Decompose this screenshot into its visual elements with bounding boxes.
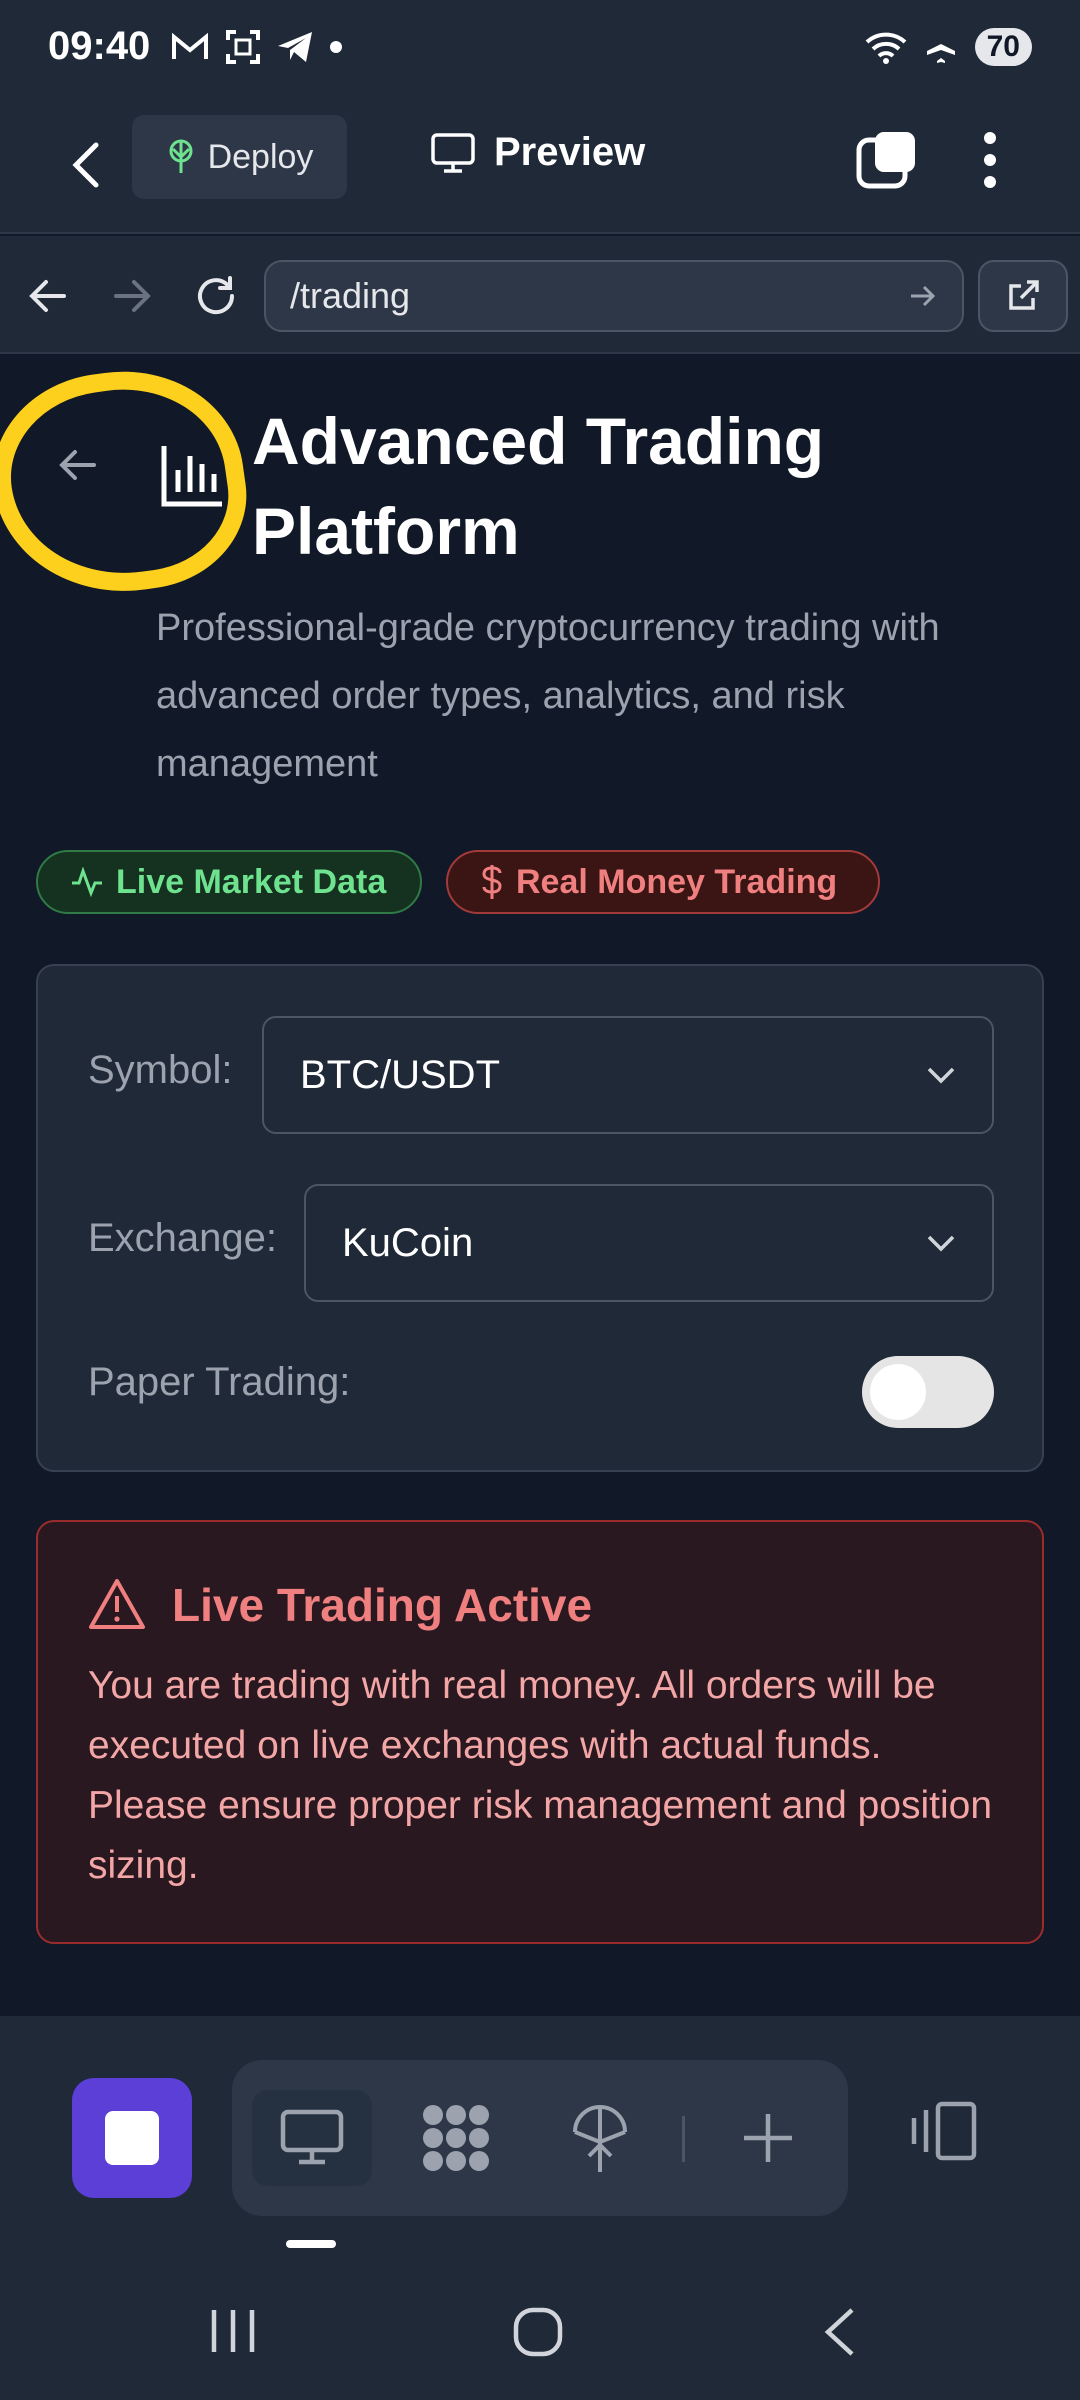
add-tool-button[interactable] xyxy=(708,2090,828,2186)
symbol-value: BTC/USDT xyxy=(300,1052,500,1097)
deploy-tool-button[interactable] xyxy=(540,2090,660,2186)
more-options-button[interactable] xyxy=(975,128,1005,197)
battery-indicator: 70 xyxy=(974,28,1032,66)
active-indicator xyxy=(286,2240,336,2248)
deploy-icon xyxy=(169,139,193,173)
tabs-button[interactable] xyxy=(855,128,919,197)
open-external-button[interactable] xyxy=(978,260,1068,332)
cluster-icon xyxy=(423,2105,489,2171)
deploy-button[interactable]: Deploy xyxy=(132,115,347,199)
live-trading-alert: Live Trading Active You are trading with… xyxy=(36,1520,1044,1944)
preview-tab[interactable]: Preview xyxy=(430,130,645,175)
more-vertical-icon xyxy=(984,132,996,188)
arrow-left-icon xyxy=(29,280,66,312)
arrow-right-icon xyxy=(114,280,151,312)
status-time: 09:40 xyxy=(48,24,151,68)
real-money-badge: Real Money Trading xyxy=(446,850,880,914)
reload-icon xyxy=(198,276,235,315)
live-market-data-badge: Live Market Data xyxy=(36,850,422,914)
exchange-label: Exchange: xyxy=(88,1216,278,1260)
plus-icon xyxy=(744,2114,792,2162)
bottom-toolbar xyxy=(0,2016,1080,2400)
recent-apps-icon[interactable] xyxy=(208,2306,258,2356)
sidebar-panels-icon xyxy=(911,2101,977,2161)
bar-chart-icon xyxy=(158,442,226,515)
stop-icon xyxy=(105,2111,159,2165)
browser-bar: /trading xyxy=(0,236,1080,354)
paper-trading-toggle[interactable] xyxy=(862,1356,994,1428)
telegram-icon xyxy=(278,32,312,62)
monitor-icon xyxy=(280,2109,344,2165)
deploy-label: Deploy xyxy=(207,137,314,176)
page-title: Advanced Trading Platform xyxy=(252,404,825,568)
money-badge-label: Real Money Trading xyxy=(516,862,838,901)
exchange-value: KuCoin xyxy=(342,1220,474,1265)
chevron-down-icon xyxy=(927,1067,955,1084)
trading-settings-card: Symbol: BTC/USDT Exchange: KuCoin Paper … xyxy=(36,964,1044,1472)
home-icon[interactable] xyxy=(512,2306,564,2358)
chevron-down-icon xyxy=(927,1235,955,1252)
tool-divider xyxy=(682,2116,685,2162)
browser-back-button[interactable] xyxy=(18,266,78,326)
wifi-icon xyxy=(865,32,906,64)
page-subtitle: Professional-grade cryptocurrency tradin… xyxy=(156,607,940,785)
screenshot-icon xyxy=(226,30,260,64)
dot-icon xyxy=(330,41,342,53)
chevron-left-icon xyxy=(72,142,99,188)
workspace-tool-button[interactable] xyxy=(396,2090,516,2186)
tabs-icon xyxy=(856,132,915,189)
back-nav-icon[interactable] xyxy=(822,2306,856,2358)
go-arrow-icon[interactable] xyxy=(908,283,938,309)
toggle-knob xyxy=(870,1364,926,1420)
exchange-select[interactable]: KuCoin xyxy=(304,1184,994,1302)
page-back-button[interactable] xyxy=(58,448,98,487)
activity-icon xyxy=(72,867,102,897)
monitor-icon xyxy=(431,132,475,173)
paper-trading-label: Paper Trading: xyxy=(88,1360,351,1404)
preview-label: Preview xyxy=(494,130,646,174)
live-badge-label: Live Market Data xyxy=(116,862,387,901)
status-bar: 09:40 70 xyxy=(0,0,1080,100)
alert-body: You are trading with real money. All ord… xyxy=(88,1664,993,1887)
status-notification-icons xyxy=(170,28,344,66)
browser-forward-button[interactable] xyxy=(102,266,162,326)
warning-triangle-icon xyxy=(89,1579,145,1629)
app-top-bar: Deploy Preview xyxy=(0,100,1080,234)
panels-button[interactable] xyxy=(906,2100,986,2167)
gmail-icon xyxy=(172,32,208,59)
status-system-icons: 70 xyxy=(865,28,1032,66)
stop-button[interactable] xyxy=(72,2078,192,2198)
dollar-icon xyxy=(482,865,502,899)
preview-tool-button[interactable] xyxy=(252,2090,372,2186)
airplane-mode-icon xyxy=(926,31,955,63)
arrow-left-icon xyxy=(59,450,96,480)
tool-switcher xyxy=(232,2060,848,2216)
url-input[interactable]: /trading xyxy=(264,260,964,332)
browser-reload-button[interactable] xyxy=(186,266,246,326)
alert-title: Live Trading Active xyxy=(172,1579,593,1631)
external-link-icon xyxy=(1009,280,1039,310)
url-text: /trading xyxy=(290,275,411,316)
symbol-select[interactable]: BTC/USDT xyxy=(262,1016,994,1134)
symbol-label: Symbol: xyxy=(88,1048,233,1092)
app-back-button[interactable] xyxy=(50,130,120,200)
page-content: Advanced Trading Platform Professional-g… xyxy=(0,355,1080,2016)
deploy-icon xyxy=(573,2105,627,2172)
system-nav-bar xyxy=(0,2276,1080,2400)
